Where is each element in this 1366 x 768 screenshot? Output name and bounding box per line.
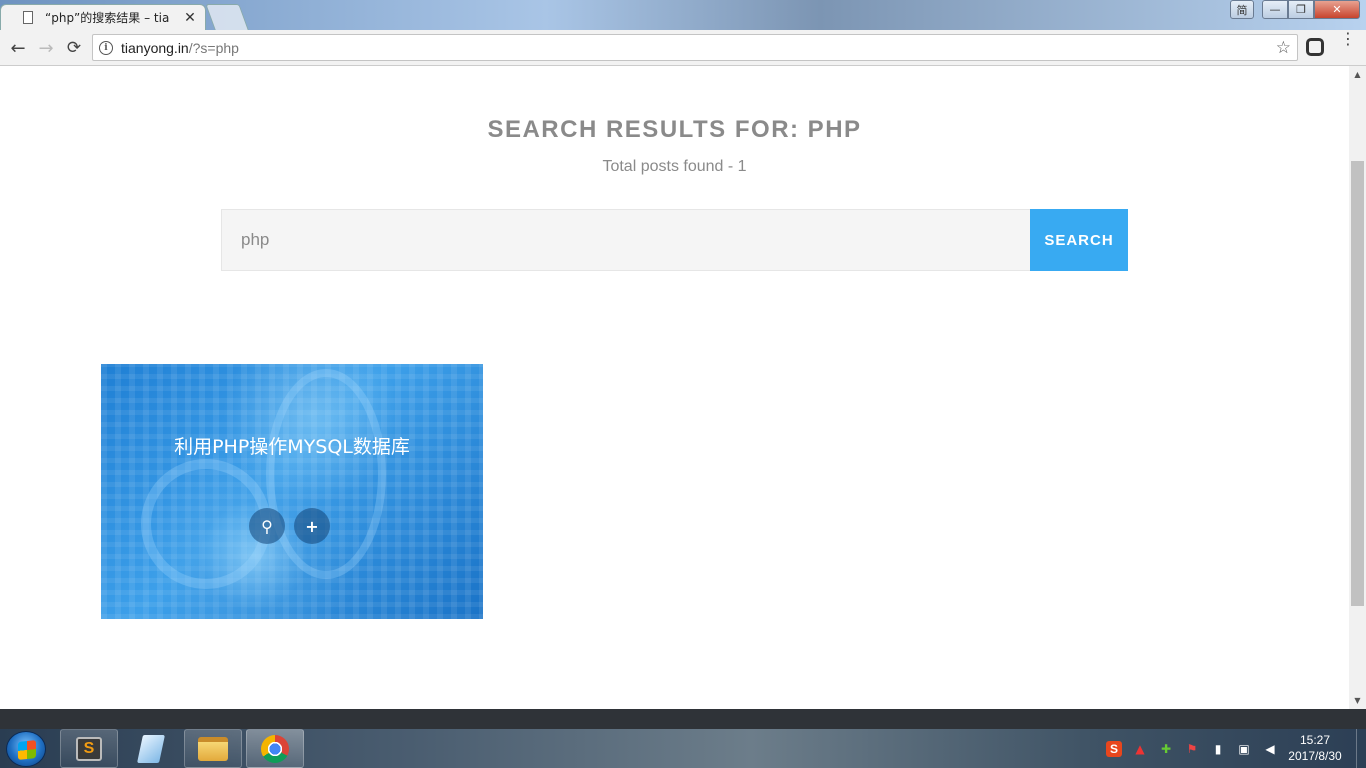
system-tray: S ▲ ✚ ⚑ ▮ ▣ ◀ (1106, 741, 1278, 757)
post-title[interactable]: 利用PHP操作MYSQL数据库 (101, 432, 483, 459)
start-button[interactable] (6, 731, 46, 767)
sublime-text-icon: S (76, 736, 102, 761)
url-text[interactable]: tianyong.in/?s=php (121, 40, 239, 56)
tab-title: “php”的搜索结果 – tia (45, 11, 170, 25)
reload-button[interactable]: ⟳ (61, 35, 87, 61)
search-form: SEARCH (221, 209, 1128, 271)
taskbar-file-explorer[interactable] (184, 729, 242, 768)
document-icon (23, 11, 33, 24)
search-input[interactable] (221, 209, 1030, 271)
forward-button[interactable]: → (33, 35, 59, 61)
url-path: /?s=php (188, 39, 239, 56)
tray-network-monitor-icon[interactable]: ✚ (1158, 741, 1174, 757)
network-icon[interactable]: ▣ (1236, 741, 1252, 757)
browser-titlebar: “php”的搜索结果 – tia ✕ 简 — ❐ ✕ (0, 0, 1366, 30)
page-viewport: SEARCH RESULTS FOR: PHP Total posts foun… (0, 66, 1349, 709)
new-tab-button[interactable] (205, 4, 249, 30)
address-bar[interactable]: i tianyong.in/?s=php ☆ (92, 34, 1298, 61)
browser-tab-active[interactable]: “php”的搜索结果 – tia ✕ (0, 4, 206, 30)
folder-icon (198, 736, 228, 761)
url-host: tianyong.in (121, 39, 189, 56)
bookmark-star-icon[interactable]: ☆ (1276, 38, 1291, 58)
browser-menu-icon[interactable]: ⋮ (1340, 31, 1356, 47)
extension-icon[interactable] (1306, 38, 1324, 56)
taskbar-clock[interactable]: 15:27 2017/8/30 (1280, 732, 1350, 764)
tab-close-button[interactable]: ✕ (183, 10, 197, 26)
minimize-button[interactable]: — (1262, 0, 1288, 19)
clock-date: 2017/8/30 (1288, 749, 1342, 763)
tray-app-icon[interactable]: ▲ (1132, 741, 1148, 757)
volume-icon[interactable]: ◀ (1262, 741, 1278, 757)
browser-toolbar: ← → ⟳ i tianyong.in/?s=php ☆ ⋮ (0, 30, 1366, 66)
chrome-icon (261, 734, 289, 763)
page-title: SEARCH RESULTS FOR: PHP (487, 116, 862, 143)
ime-indicator[interactable]: 简 (1230, 0, 1254, 19)
info-icon[interactable]: i (99, 40, 113, 55)
clock-time: 15:27 (1299, 733, 1331, 747)
posts-found-count: Total posts found - 1 (602, 158, 747, 175)
close-window-button[interactable]: ✕ (1314, 0, 1360, 19)
zoom-search-icon[interactable]: ⚲ (249, 508, 285, 544)
notes-icon (137, 734, 165, 763)
tray-flag-icon[interactable]: ⚑ (1184, 741, 1200, 757)
taskbar-chrome[interactable] (246, 729, 304, 768)
maximize-button[interactable]: ❐ (1288, 0, 1314, 19)
search-button[interactable]: SEARCH (1030, 209, 1128, 271)
scrollbar-thumb[interactable] (1351, 161, 1364, 606)
windows-logo-icon (18, 740, 36, 760)
taskbar-sticky-notes[interactable] (122, 729, 180, 768)
page-scrollbar[interactable]: ▲ ▼ (1349, 66, 1366, 709)
page-footer-strip (0, 709, 1366, 729)
scroll-down-arrow-icon[interactable]: ▼ (1349, 692, 1366, 709)
taskbar-sublime-text[interactable]: S (60, 729, 118, 768)
scroll-up-arrow-icon[interactable]: ▲ (1349, 66, 1366, 83)
sogou-ime-icon[interactable]: S (1106, 741, 1122, 757)
back-button[interactable]: ← (5, 35, 31, 61)
tray-device-icon[interactable]: ▮ (1210, 741, 1226, 757)
windows-taskbar: S S ▲ ✚ ⚑ ▮ ▣ ◀ 15:27 2017/8/30 (0, 729, 1366, 768)
post-card[interactable]: 利用PHP操作MYSQL数据库 ⚲ + (101, 364, 483, 619)
show-desktop-button[interactable] (1356, 729, 1366, 768)
decorative-ring (266, 369, 386, 579)
plus-icon[interactable]: + (294, 508, 330, 544)
